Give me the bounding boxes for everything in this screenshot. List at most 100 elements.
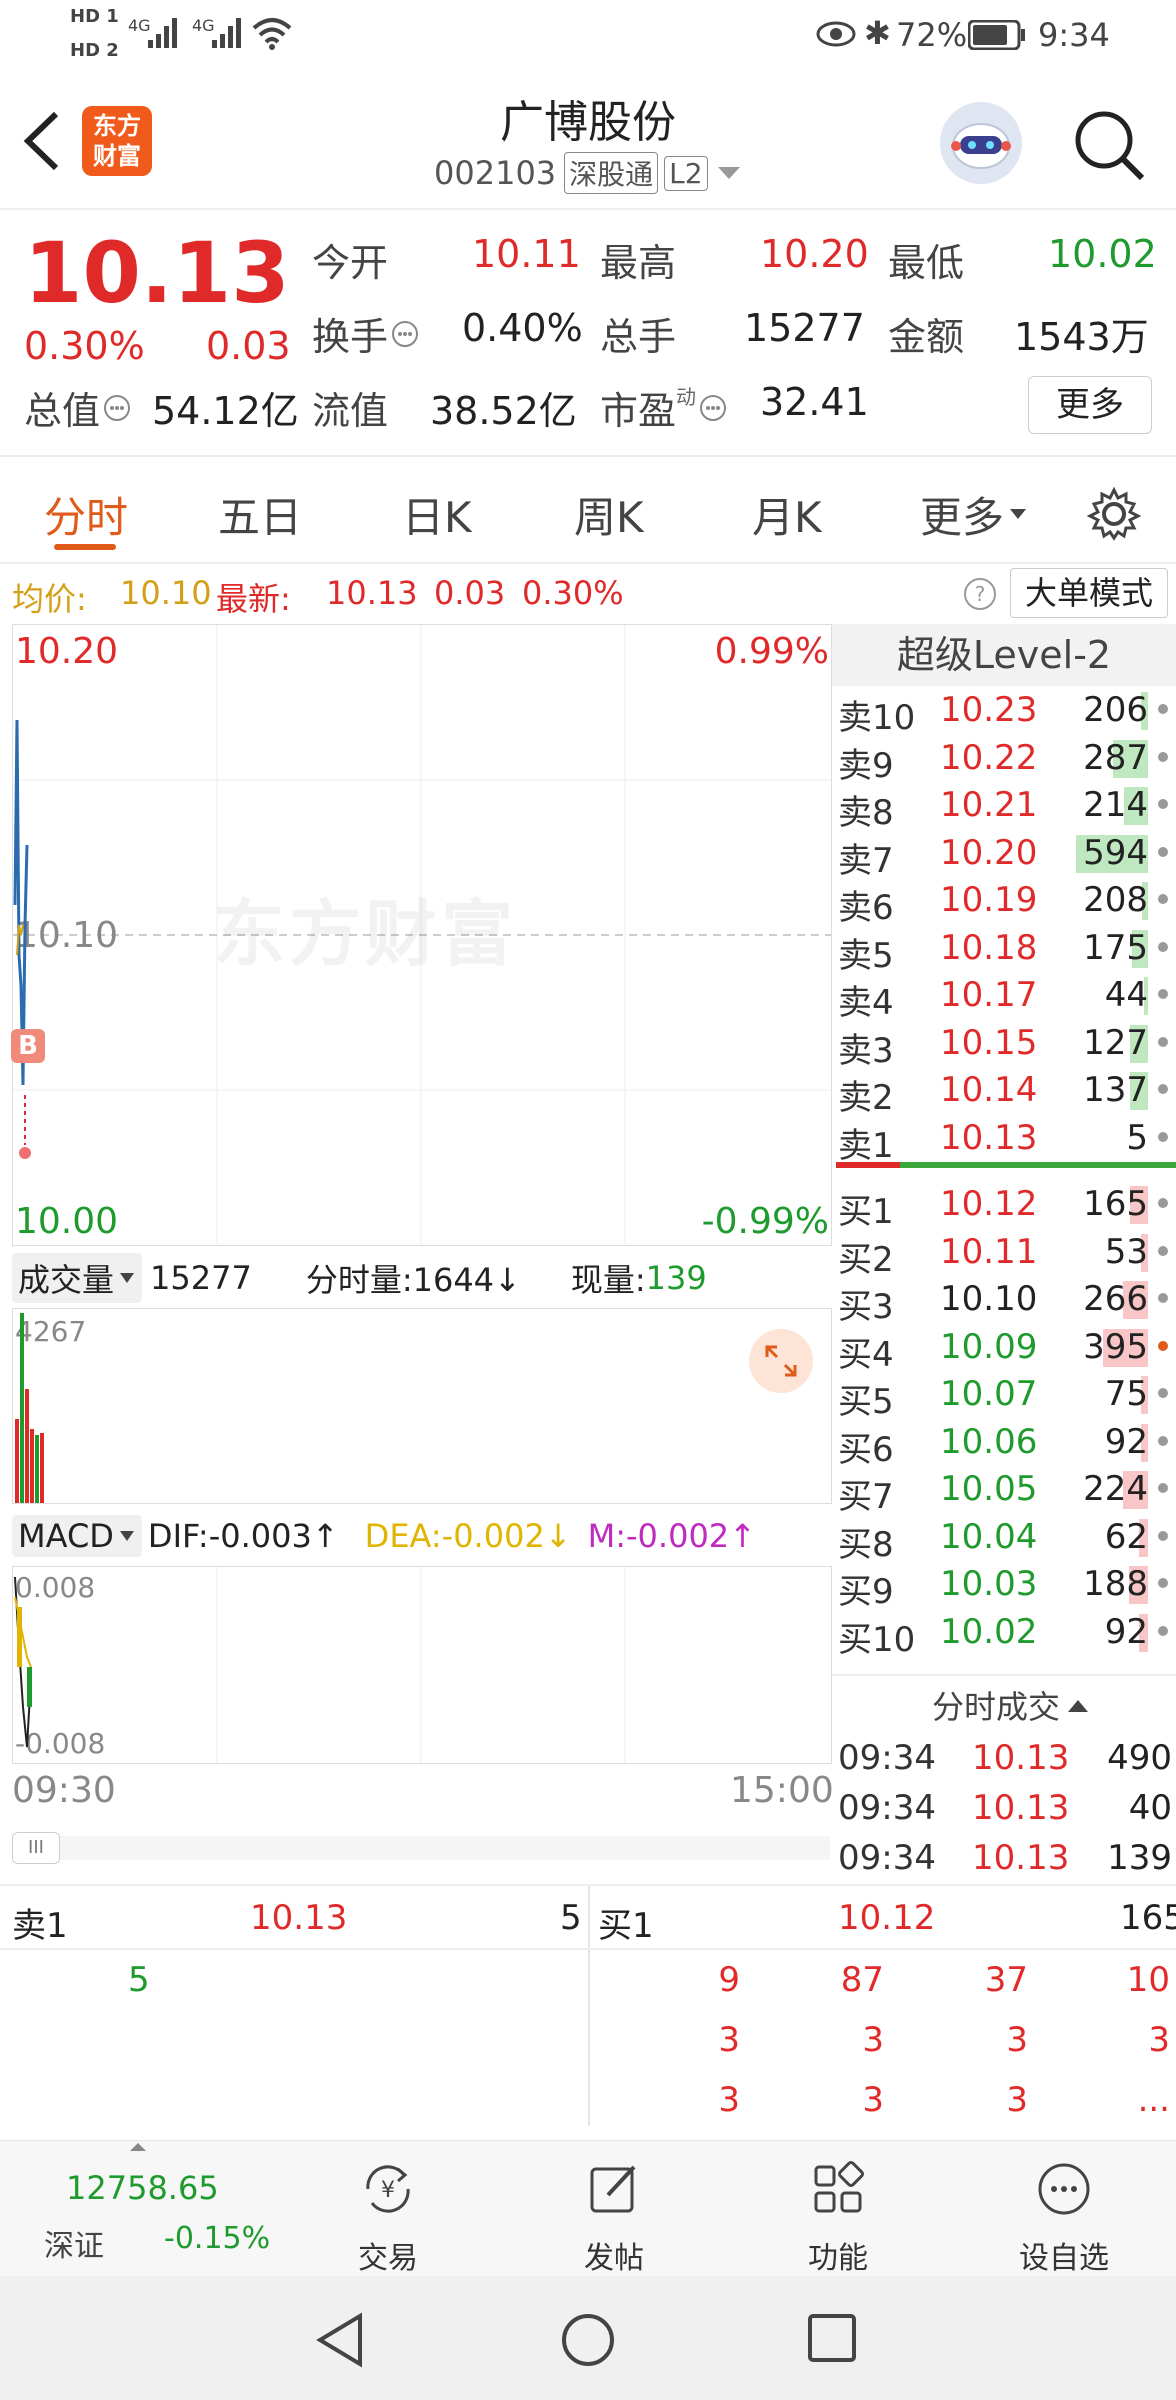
- index-value[interactable]: 12758.65: [66, 2169, 219, 2207]
- bid-row[interactable]: 买8 10.04 62: [832, 1513, 1176, 1565]
- wifi-icon: [252, 18, 292, 50]
- queue-buy-volume: 165: [1120, 1898, 1176, 1938]
- turnover-label-group[interactable]: 换手: [312, 306, 420, 361]
- tab-more[interactable]: 更多: [920, 484, 1028, 545]
- bid-row[interactable]: 买3 10.10 266: [832, 1275, 1176, 1327]
- scroll-handle[interactable]: III: [12, 1832, 60, 1864]
- intraday-chart-area[interactable]: 东方财富 10.20 10.10 10.00 0.99% -0.99% B: [11, 624, 832, 1246]
- bid-dot-icon: [1158, 1245, 1168, 1256]
- ask-row[interactable]: 卖10 10.23 206: [832, 686, 1176, 738]
- ask-row[interactable]: 卖9 10.22 287: [832, 734, 1176, 786]
- ask-volume: 127: [1083, 1022, 1148, 1063]
- ask-volume: 137: [1083, 1070, 1148, 1110]
- ask-dot-icon: [1158, 751, 1168, 762]
- tab-weekly-k[interactable]: 周K: [574, 484, 644, 545]
- recents-square-icon[interactable]: [806, 2312, 858, 2364]
- bid-row[interactable]: 买7 10.05 224: [832, 1465, 1176, 1517]
- caret-down-icon[interactable]: [716, 163, 742, 183]
- bid-row[interactable]: 买10 10.02 92: [832, 1608, 1176, 1660]
- buy-marker[interactable]: B: [11, 1029, 45, 1063]
- ask-row[interactable]: 卖4 10.17 44: [832, 971, 1176, 1023]
- ask-dot-icon: [1158, 704, 1168, 714]
- bid-label: 买9: [838, 1572, 894, 1612]
- tab-monthly-k[interactable]: 月K: [752, 484, 822, 545]
- nav-add-watchlist[interactable]: 设自选: [994, 2159, 1134, 2277]
- sim1-hd-label: HD 1: [70, 6, 119, 27]
- robot-icon: [951, 123, 1011, 169]
- nav-trade[interactable]: ¥ 交易: [318, 2159, 458, 2277]
- expand-button[interactable]: [749, 1329, 813, 1393]
- avg-value: 10.10: [120, 574, 212, 612]
- back-triangle-icon[interactable]: [314, 2312, 366, 2368]
- level2-queue-table: 卖1 10.13 5 买1 10.12 165 5 9 87 37 10 3 3 3 3 3 3 3…: [0, 1884, 1176, 2126]
- macd-gridlines: [216, 1567, 626, 1763]
- bid-row[interactable]: 买4 10.09 395: [832, 1323, 1176, 1375]
- trade-time: 09:34: [838, 1838, 936, 1878]
- high-label: 最高: [600, 241, 677, 285]
- bid-volume: 75: [1104, 1374, 1148, 1414]
- ask-row[interactable]: 卖5 10.18 175: [832, 924, 1176, 976]
- robot-assistant-avatar[interactable]: [940, 102, 1022, 184]
- latest-change-percent: 0.30%: [522, 574, 624, 612]
- index-change[interactable]: -0.15%: [164, 2221, 270, 2256]
- bid-row[interactable]: 买5 10.07 75: [832, 1370, 1176, 1422]
- bid-price: 10.12: [940, 1184, 1038, 1224]
- ask-label: 卖4: [838, 983, 894, 1023]
- quote-panel: 10.13 0.30% 0.03 今开 10.11 最高 10.20 最低 10…: [0, 210, 1176, 457]
- bid-dot-icon: [1158, 1578, 1168, 1588]
- chart-scrollbar[interactable]: III: [12, 1832, 830, 1864]
- mktcap-value: 54.12亿: [152, 389, 299, 433]
- queue-buy-item: ...: [1137, 2080, 1170, 2120]
- status-bar: HD 1 HD 2 4G 4G ✱ 72% 9:34: [0, 0, 1176, 72]
- search-icon[interactable]: [1072, 108, 1146, 182]
- more-info-icon: [700, 394, 727, 421]
- ask-row[interactable]: 卖3 10.15 127: [832, 1019, 1176, 1071]
- tab-intraday[interactable]: 分时: [44, 484, 128, 545]
- nav-post[interactable]: 发帖: [544, 2159, 684, 2277]
- bid-price: 10.06: [940, 1421, 1038, 1462]
- bid-row[interactable]: 买2 10.11 53: [832, 1228, 1176, 1280]
- help-icon[interactable]: ?: [962, 576, 998, 612]
- index-name[interactable]: 深证: [44, 2221, 104, 2265]
- ask-dot-icon: [1158, 989, 1168, 999]
- gear-icon[interactable]: [1086, 486, 1142, 542]
- grid-apps-icon: [814, 2161, 864, 2213]
- volume-chart[interactable]: 4267: [12, 1308, 832, 1504]
- low-value: 10.02: [1048, 232, 1157, 276]
- time-axis-end: 15:00: [730, 1770, 834, 1811]
- order-book-title[interactable]: 超级Level-2: [832, 624, 1176, 686]
- signal-icon: [212, 18, 241, 48]
- mktcap-label-group[interactable]: 总值: [24, 380, 132, 435]
- tab-five-day[interactable]: 五日: [218, 484, 302, 545]
- ask-row[interactable]: 卖1 10.13 5: [832, 1114, 1176, 1166]
- trades-title: 分时成交: [932, 1688, 1061, 1726]
- more-button[interactable]: 更多: [1028, 376, 1152, 434]
- ask-row[interactable]: 卖2 10.14 137: [832, 1066, 1176, 1118]
- amount-label: 金额: [888, 315, 965, 359]
- bid-row[interactable]: 买6 10.06 92: [832, 1418, 1176, 1470]
- more-info-icon: [104, 394, 131, 421]
- volume-bars: [15, 1313, 44, 1503]
- bid-label: 买7: [838, 1477, 894, 1517]
- ask-row[interactable]: 卖7 10.20 594: [832, 829, 1176, 881]
- nav-functions[interactable]: 功能: [768, 2159, 908, 2277]
- bid-row[interactable]: 买9 10.03 188: [832, 1560, 1176, 1612]
- big-order-mode-button[interactable]: 大单模式: [1010, 568, 1168, 618]
- macd-selector[interactable]: MACD: [12, 1515, 142, 1557]
- volume-selector[interactable]: 成交量: [12, 1253, 143, 1303]
- level-tag: L2: [664, 155, 708, 191]
- pe-label-group[interactable]: 市盈 动: [600, 380, 728, 435]
- yuan-exchange-icon: ¥: [366, 2165, 410, 2213]
- macd-m: M:-0.002↑: [587, 1517, 756, 1555]
- home-circle-icon[interactable]: [560, 2312, 616, 2368]
- ask-dot-icon: [1158, 799, 1168, 809]
- caret-down-icon: [119, 1531, 134, 1541]
- ask-row[interactable]: 卖8 10.21 214: [832, 781, 1176, 833]
- macd-chart[interactable]: 0.008 -0.008: [12, 1566, 832, 1764]
- more-circle-icon: [1038, 2163, 1090, 2215]
- trades-title-group[interactable]: 分时成交: [932, 1682, 1090, 1728]
- ask-row[interactable]: 卖6 10.19 208: [832, 876, 1176, 928]
- bid-row[interactable]: 买1 10.12 165: [832, 1180, 1176, 1232]
- tab-daily-k[interactable]: 日K: [402, 484, 472, 545]
- ask-price: 10.20: [940, 832, 1038, 873]
